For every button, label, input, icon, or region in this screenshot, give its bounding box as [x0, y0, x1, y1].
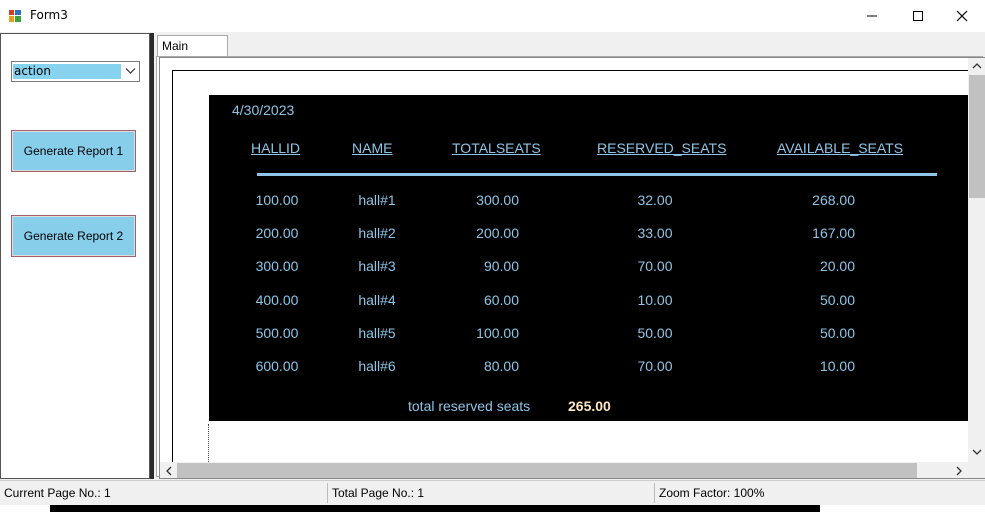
column-header-name: NAME	[352, 140, 393, 156]
maximize-icon	[913, 11, 923, 21]
status-bar: Current Page No.: 1 Total Page No.: 1 Zo…	[0, 480, 985, 506]
cell-reserved-seats: 32.00	[637, 192, 673, 208]
cell-totalseats: 100.00	[476, 324, 519, 341]
cell-available-seats: 20.00	[819, 258, 855, 275]
generate-report-2-button[interactable]: Generate Report 2	[11, 215, 136, 257]
report-body: 4/30/2023 HALLID NAME TOTALSEATS RESERVE…	[209, 95, 977, 421]
cell-totalseats: 60.00	[483, 291, 519, 308]
cell-reserved-seats: 70.00	[637, 258, 673, 275]
cell-available-seats: 268.00	[812, 192, 855, 208]
header-separator	[257, 173, 937, 176]
minimize-button[interactable]	[849, 0, 895, 32]
edge-right	[820, 505, 985, 512]
window: Form3 action Generate Report 1 Generate …	[0, 0, 985, 506]
report-page: 4/30/2023 HALLID NAME TOTALSEATS RESERVE…	[172, 70, 977, 474]
maximize-button[interactable]	[895, 0, 941, 32]
status-divider	[327, 483, 328, 503]
cell-available-seats: 167.00	[812, 225, 855, 242]
cell-reserved-seats: 70.00	[637, 358, 673, 374]
column-header-hallid: HALLID	[251, 140, 301, 156]
status-current-page: Current Page No.: 1	[4, 486, 111, 500]
column-header-available-seats: AVAILABLE_SEATS	[777, 140, 904, 156]
minimize-icon	[867, 15, 877, 17]
cell-totalseats: 90.00	[483, 258, 519, 275]
column-header-reserved-seats: RESERVED_SEATS	[597, 140, 727, 156]
horizontal-scroll-thumb[interactable]	[177, 463, 917, 478]
combo-selected-value: action	[13, 64, 121, 79]
cell-totalseats: 80.00	[483, 358, 519, 374]
column-header-totalseats: TOTALSEATS	[452, 140, 541, 156]
cell-reserved-seats: 50.00	[637, 324, 673, 341]
tab-control: Main Report 4/30/2023 HALLID NAME TOTALS…	[153, 33, 985, 479]
total-value: 265.00	[568, 398, 611, 414]
generate-report-1-button[interactable]: Generate Report 1	[11, 130, 136, 172]
cell-reserved-seats: 33.00	[637, 225, 673, 242]
window-title: Form3	[30, 8, 68, 22]
cell-totalseats: 200.00	[476, 225, 519, 242]
vertical-scrollbar[interactable]	[968, 58, 985, 463]
cell-reserved-seats: 10.00	[637, 291, 673, 308]
total-label: total reserved seats	[408, 398, 531, 414]
report-viewer: 4/30/2023 HALLID NAME TOTALSEATS RESERVE…	[159, 57, 985, 479]
horizontal-scrollbar[interactable]	[160, 462, 968, 478]
cell-available-seats: 50.00	[819, 291, 855, 308]
taskbar-edge	[0, 505, 985, 512]
scroll-up-icon[interactable]	[972, 62, 982, 70]
close-icon	[956, 10, 968, 22]
edge-left	[0, 505, 50, 512]
status-total-page: Total Page No.: 1	[332, 486, 425, 500]
cell-available-seats: 50.00	[819, 324, 855, 341]
chevron-down-icon[interactable]	[125, 67, 136, 75]
scroll-corner	[968, 462, 985, 478]
vertical-scroll-thumb[interactable]	[969, 75, 985, 198]
left-panel: action Generate Report 1 Generate Report…	[0, 33, 150, 479]
title-bar: Form3	[0, 0, 985, 32]
cell-totalseats: 300.00	[476, 192, 519, 208]
close-button[interactable]	[939, 0, 985, 32]
scroll-right-icon[interactable]	[955, 466, 963, 476]
cell-available-seats: 10.00	[819, 358, 855, 374]
app-icon	[8, 9, 22, 23]
tab-main-report[interactable]: Main Report	[157, 35, 228, 73]
status-divider	[654, 483, 655, 503]
scroll-down-icon[interactable]	[972, 448, 982, 456]
tab-page: 4/30/2023 HALLID NAME TOTALSEATS RESERVE…	[156, 56, 985, 479]
scroll-left-icon[interactable]	[165, 466, 173, 476]
report-date: 4/30/2023	[232, 102, 295, 118]
action-combobox[interactable]: action	[11, 61, 140, 82]
status-zoom-factor: Zoom Factor: 100%	[659, 486, 765, 500]
